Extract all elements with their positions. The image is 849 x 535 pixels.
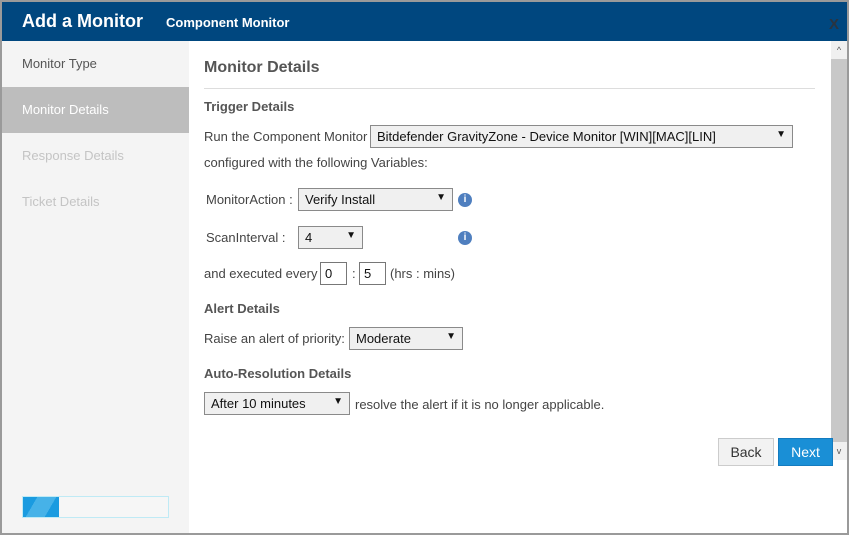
priority-label: Raise an alert of priority: — [204, 331, 345, 346]
scaninterval-value: 4 — [305, 230, 313, 245]
priority-value: Moderate — [356, 331, 411, 346]
executed-label: and executed every — [204, 266, 318, 281]
scroll-up-icon[interactable]: ^ — [831, 41, 847, 59]
chevron-down-icon: ▼ — [346, 230, 356, 241]
progress-bar — [22, 496, 169, 518]
configured-label: configured with the following Variables: — [204, 155, 428, 170]
wizard-steps: Monitor Type Monitor Details Response De… — [2, 41, 189, 533]
component-select[interactable]: Bitdefender GravityZone - Device Monitor… — [370, 125, 793, 148]
alert-heading: Alert Details — [204, 301, 280, 316]
run-label: Run the Component Monitor — [204, 129, 368, 144]
chevron-down-icon: ▼ — [776, 129, 786, 140]
add-monitor-dialog: Add a Monitor Component Monitor X Monito… — [2, 2, 847, 533]
divider — [204, 88, 815, 89]
chevron-down-icon: ▼ — [446, 331, 456, 342]
step-monitor-type[interactable]: Monitor Type — [2, 41, 189, 87]
component-value: Bitdefender GravityZone - Device Monitor… — [377, 129, 716, 144]
info-icon[interactable]: i — [458, 231, 472, 245]
step-monitor-details[interactable]: Monitor Details — [2, 87, 189, 133]
info-icon[interactable]: i — [458, 193, 472, 207]
progress-fill — [23, 497, 60, 517]
priority-select[interactable]: Moderate ▼ — [349, 327, 463, 350]
monitoraction-value: Verify Install — [305, 192, 376, 207]
hours-input[interactable]: 0 — [320, 262, 347, 285]
scaninterval-select[interactable]: 4 ▼ — [298, 226, 363, 249]
scrollbar[interactable]: ^ v — [831, 41, 847, 460]
dialog-header: Add a Monitor Component Monitor X — [2, 2, 847, 41]
step-response-details: Response Details — [22, 148, 124, 163]
minutes-input[interactable]: 5 — [359, 262, 386, 285]
time-separator: : — [352, 266, 356, 281]
close-icon[interactable]: X — [829, 16, 839, 33]
autores-label: resolve the alert if it is no longer app… — [355, 397, 605, 412]
monitoraction-label: MonitorAction : — [206, 192, 293, 207]
trigger-heading: Trigger Details — [204, 99, 295, 114]
chevron-down-icon: ▼ — [333, 396, 343, 407]
autores-select[interactable]: After 10 minutes ▼ — [204, 392, 350, 415]
page-title: Monitor Details — [204, 59, 320, 76]
scroll-down-icon[interactable]: v — [831, 442, 847, 460]
dialog-title: Add a Monitor — [22, 11, 143, 31]
units-label: (hrs : mins) — [390, 266, 455, 281]
autores-value: After 10 minutes — [211, 396, 306, 411]
step-ticket-details: Ticket Details — [22, 194, 100, 209]
next-button[interactable]: Next — [778, 438, 833, 466]
back-button[interactable]: Back — [718, 438, 774, 466]
monitoraction-select[interactable]: Verify Install ▼ — [298, 188, 453, 211]
autores-heading: Auto-Resolution Details — [204, 366, 352, 381]
dialog-subtitle: Component Monitor — [166, 15, 290, 30]
chevron-down-icon: ▼ — [436, 192, 446, 203]
scaninterval-label: ScanInterval : — [206, 230, 286, 245]
